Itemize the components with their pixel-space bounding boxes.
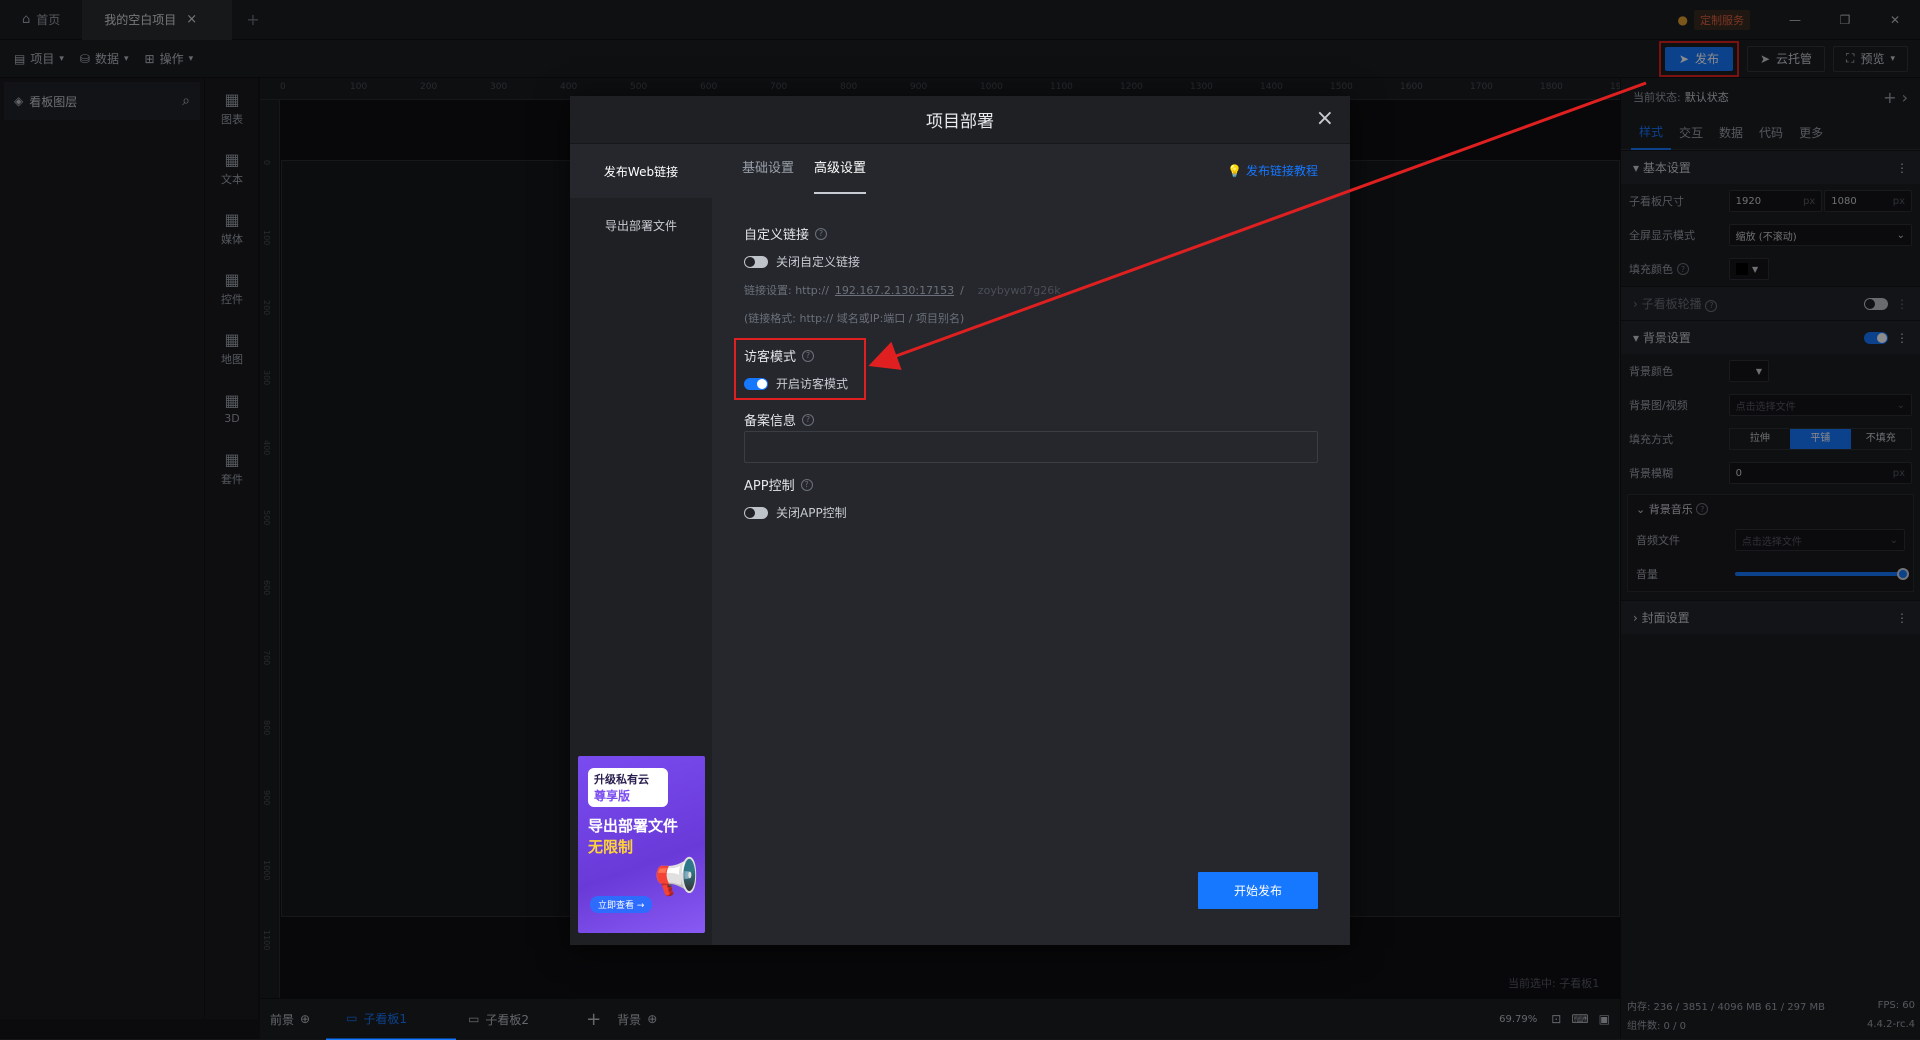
annotation-arrow [868,81,1647,370]
